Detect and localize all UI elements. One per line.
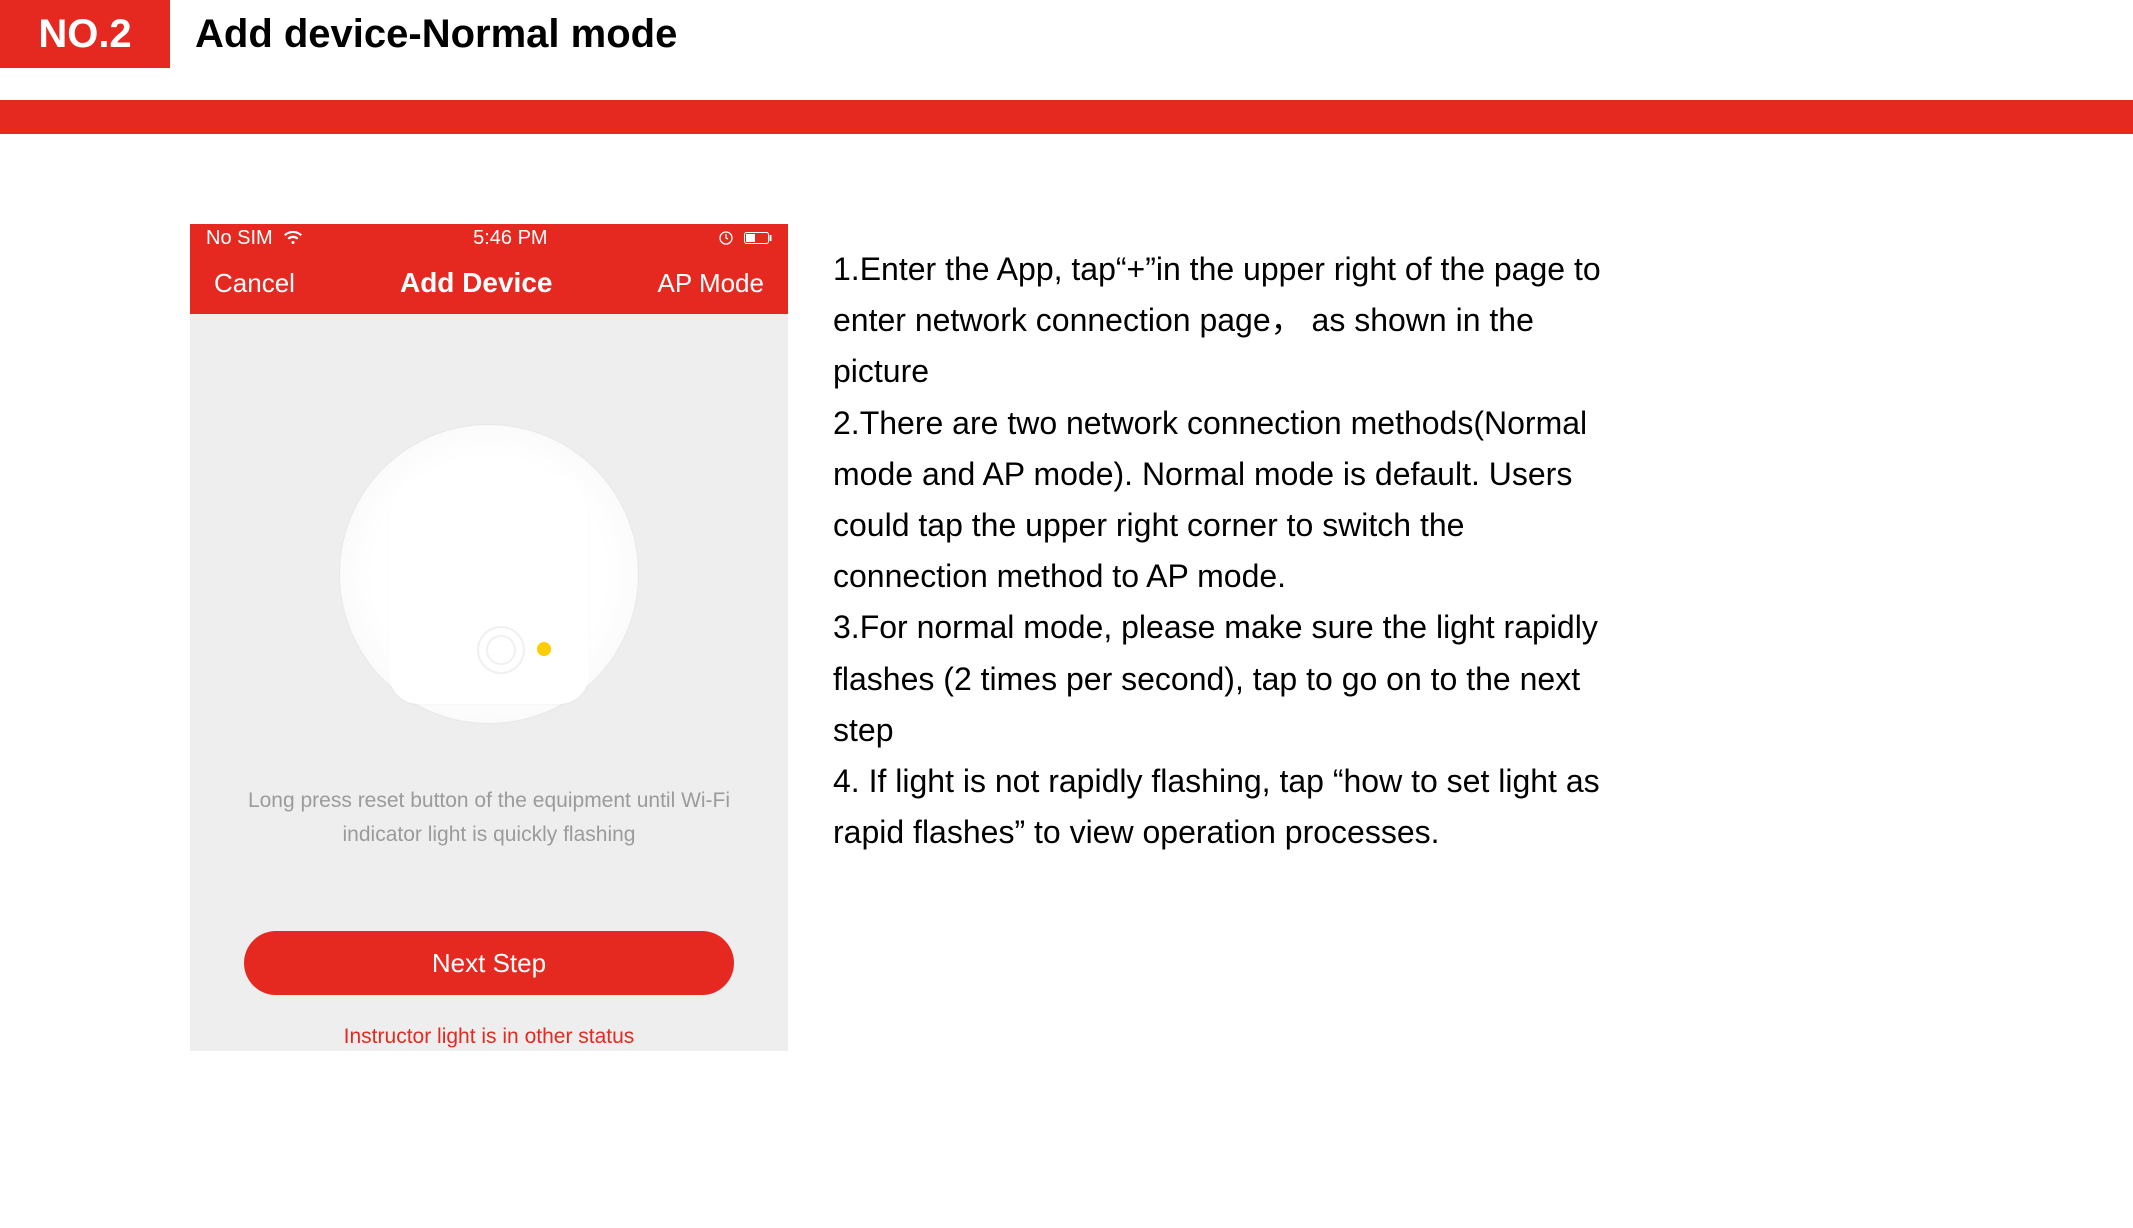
reset-hint-text: Long press reset button of the equipment… <box>220 784 758 851</box>
instruction-step-1: 1.Enter the App, tap“+”in the upper righ… <box>833 244 1628 398</box>
other-status-link[interactable]: Instructor light is in other status <box>190 1025 788 1051</box>
phone-mockup: No SIM 5:46 PM Cancel Add Dev <box>190 224 788 1051</box>
header-row: NO.2 Add device-Normal mode <box>0 0 2133 68</box>
hint-line-1: Long press reset button of the equipment… <box>248 789 730 812</box>
next-step-button[interactable]: Next Step <box>244 931 734 995</box>
instruction-step-4: 4. If light is not rapidly flashing, tap… <box>833 756 1628 858</box>
section-badge: NO.2 <box>0 0 170 68</box>
status-left: No SIM <box>206 227 303 250</box>
nav-title: Add Device <box>400 267 553 299</box>
wifi-icon <box>283 231 303 245</box>
content-row: No SIM 5:46 PM Cancel Add Dev <box>0 134 2133 1051</box>
instructions-block: 1.Enter the App, tap“+”in the upper righ… <box>788 224 1628 858</box>
power-icon <box>477 626 525 674</box>
status-right <box>718 230 772 246</box>
instruction-step-3: 3.For normal mode, please make sure the … <box>833 602 1628 756</box>
phone-body: Long press reset button of the equipment… <box>190 314 788 1051</box>
device-illustration <box>339 424 639 724</box>
nav-bar: Cancel Add Device AP Mode <box>190 252 788 314</box>
battery-icon <box>744 232 772 244</box>
orientation-lock-icon <box>718 230 734 246</box>
led-indicator-icon <box>537 642 551 656</box>
device-box <box>389 474 589 704</box>
cancel-button[interactable]: Cancel <box>214 268 295 299</box>
status-bar: No SIM 5:46 PM <box>190 224 788 252</box>
page: NO.2 Add device-Normal mode No SIM 5:46 … <box>0 0 2133 1051</box>
ap-mode-button[interactable]: AP Mode <box>658 268 764 299</box>
hint-line-2: indicator light is quickly flashing <box>343 823 636 846</box>
clock-label: 5:46 PM <box>473 227 547 250</box>
section-title: Add device-Normal mode <box>170 0 677 68</box>
instruction-step-2: 2.There are two network connection metho… <box>833 398 1628 603</box>
sim-label: No SIM <box>206 227 273 250</box>
divider-bar <box>0 100 2133 134</box>
